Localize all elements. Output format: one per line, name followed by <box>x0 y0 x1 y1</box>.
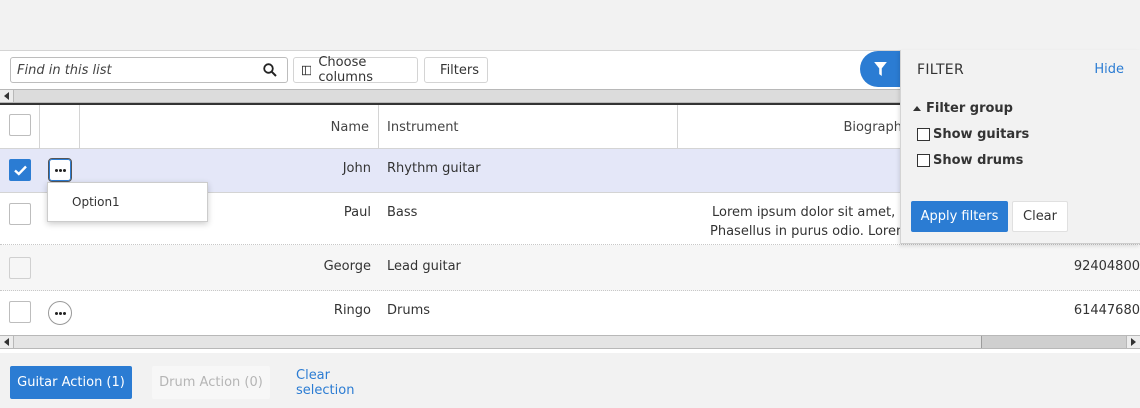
apply-filters-button[interactable]: Apply filters <box>911 201 1008 232</box>
row-checkbox[interactable] <box>9 159 31 181</box>
show-guitars-label: Show guitars <box>933 127 1030 142</box>
filter-panel-title: FILTER <box>917 62 964 78</box>
filter-panel: FILTER Hide Filter group Show guitars Sh… <box>900 50 1140 244</box>
row-checkbox[interactable] <box>9 301 31 323</box>
table-row[interactable]: Ringo Drums 61447680 <box>0 291 1140 335</box>
scroll-left-arrow[interactable] <box>0 336 14 348</box>
row-checkbox[interactable] <box>9 257 31 279</box>
cell-instrument: Lead guitar <box>387 259 461 274</box>
show-drums-option[interactable]: Show drums <box>917 153 1023 168</box>
filters-label: Filters <box>440 62 479 78</box>
table-row[interactable]: George Lead guitar 92404800 <box>0 245 1140 291</box>
clear-selection-link[interactable]: Clear selection <box>296 366 384 399</box>
cell-instrument: Drums <box>387 303 431 318</box>
more-icon <box>54 168 66 172</box>
filters-button[interactable]: Filters <box>424 57 488 83</box>
caret-up-icon <box>913 106 921 111</box>
cell-name: John <box>342 161 371 176</box>
cell-instrument: Bass <box>387 205 418 220</box>
scrollbar-thumb[interactable] <box>14 336 982 348</box>
header-instrument[interactable]: Instrument <box>379 105 678 149</box>
row-more-button[interactable] <box>48 158 72 182</box>
select-all-checkbox[interactable] <box>9 114 31 136</box>
cell-extra: 61447680 <box>1073 303 1140 318</box>
cell-biography-line1: Lorem ipsum dolor sit amet, cor <box>712 205 920 220</box>
cell-extra: 92404800 <box>1073 259 1140 274</box>
columns-icon <box>302 65 312 75</box>
choose-columns-button[interactable]: Choose columns <box>293 55 418 85</box>
search-input[interactable] <box>17 61 257 79</box>
bottom-scrollbar[interactable] <box>0 335 1140 349</box>
header-select-cell <box>0 105 40 149</box>
show-drums-checkbox[interactable] <box>917 154 930 167</box>
drum-action-button[interactable]: Drum Action (0) <box>152 366 270 399</box>
more-icon <box>54 311 66 315</box>
show-guitars-option[interactable]: Show guitars <box>917 127 1029 142</box>
scroll-left-arrow[interactable] <box>0 90 14 102</box>
header-name[interactable]: Name <box>80 105 379 149</box>
show-guitars-checkbox[interactable] <box>917 128 930 141</box>
clear-filters-button[interactable]: Clear <box>1012 201 1068 232</box>
search-box <box>10 57 288 83</box>
cell-biography-line2: Phasellus in purus odio. Lorem i <box>710 224 917 239</box>
scroll-right-arrow[interactable] <box>1126 336 1140 348</box>
cell-name: George <box>323 259 371 274</box>
filter-group-toggle[interactable]: Filter group <box>913 101 1013 116</box>
choose-columns-label: Choose columns <box>318 55 373 85</box>
show-drums-label: Show drums <box>933 153 1024 168</box>
filter-group-label: Filter group <box>926 101 1013 116</box>
funnel-icon <box>873 62 887 76</box>
cell-name: Paul <box>343 205 371 220</box>
search-icon[interactable] <box>263 63 277 77</box>
filter-toggle-button[interactable] <box>860 51 900 87</box>
guitar-action-button[interactable]: Guitar Action (1) <box>10 366 132 399</box>
check-icon <box>13 165 27 176</box>
row-context-menu: Option1 <box>47 182 208 222</box>
row-more-button[interactable] <box>48 301 72 325</box>
cell-instrument: Rhythm guitar <box>387 161 481 176</box>
header-actions-cell <box>40 105 80 149</box>
menu-item-option1[interactable]: Option1 <box>72 195 120 209</box>
row-checkbox[interactable] <box>9 203 31 225</box>
cell-name: Ringo <box>333 303 371 318</box>
hide-filter-link[interactable]: Hide <box>1094 62 1124 77</box>
